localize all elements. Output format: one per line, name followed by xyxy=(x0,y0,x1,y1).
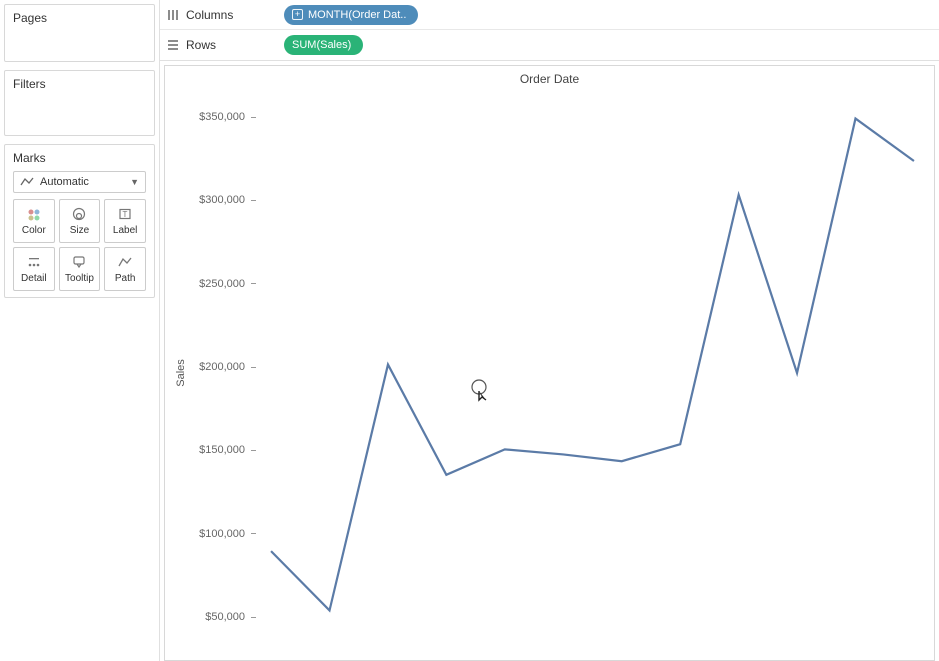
detail-icon xyxy=(26,254,42,270)
path-button[interactable]: Path xyxy=(104,247,146,291)
y-tick-label: $250,000 xyxy=(165,278,251,290)
expand-icon: + xyxy=(292,9,303,20)
mark-btn-label: Size xyxy=(70,225,89,236)
tick-mark xyxy=(251,283,256,284)
mark-btn-label: Path xyxy=(115,273,136,284)
columns-label: Columns xyxy=(186,8,233,22)
chart-title: Order Date xyxy=(165,66,934,88)
filters-title: Filters xyxy=(5,71,154,95)
mark-btn-label: Color xyxy=(22,225,46,236)
tick-mark xyxy=(251,450,256,451)
label-button[interactable]: T Label xyxy=(104,199,146,243)
columns-pill[interactable]: + MONTH(Order Dat.. xyxy=(284,5,418,25)
data-line xyxy=(271,119,914,611)
line-type-icon xyxy=(20,176,34,188)
filters-card[interactable]: Filters xyxy=(4,70,155,136)
pages-card[interactable]: Pages xyxy=(4,4,155,62)
path-icon xyxy=(117,254,133,270)
pages-title: Pages xyxy=(5,5,154,29)
line-chart-svg xyxy=(261,88,924,658)
y-tick-label: $100,000 xyxy=(165,528,251,540)
tooltip-icon xyxy=(71,254,87,270)
left-panel: Pages Filters Marks Automatic ▼ Color Siz… xyxy=(0,0,160,661)
marks-title: Marks xyxy=(5,145,154,169)
visualization[interactable]: Order Date Sales $350,000$300,000$250,00… xyxy=(164,65,935,661)
chevron-down-icon: ▼ xyxy=(130,177,139,187)
size-icon xyxy=(71,206,87,222)
rows-shelf[interactable]: Rows SUM(Sales) xyxy=(160,30,939,60)
tick-mark xyxy=(251,617,256,618)
rows-label: Rows xyxy=(186,38,216,52)
plot-area[interactable] xyxy=(261,88,924,658)
columns-icon xyxy=(166,8,180,22)
mark-type-label: Automatic xyxy=(40,176,89,188)
color-button[interactable]: Color xyxy=(13,199,55,243)
columns-shelf[interactable]: Columns + MONTH(Order Dat.. xyxy=(160,0,939,30)
detail-button[interactable]: Detail xyxy=(13,247,55,291)
mark-type-dropdown[interactable]: Automatic ▼ xyxy=(13,171,146,193)
y-tick-label: $50,000 xyxy=(165,611,251,623)
mark-btn-label: Detail xyxy=(21,273,47,284)
tick-mark xyxy=(251,533,256,534)
size-button[interactable]: Size xyxy=(59,199,101,243)
tick-mark xyxy=(251,367,256,368)
rows-pill[interactable]: SUM(Sales) xyxy=(284,35,363,55)
label-icon: T xyxy=(117,206,133,222)
y-tick-label: $350,000 xyxy=(165,111,251,123)
tooltip-button[interactable]: Tooltip xyxy=(59,247,101,291)
color-icon xyxy=(26,206,42,222)
rows-icon xyxy=(166,38,180,52)
svg-text:T: T xyxy=(123,210,128,219)
right-panel: Columns + MONTH(Order Dat.. Rows xyxy=(160,0,939,661)
shelves: Columns + MONTH(Order Dat.. Rows xyxy=(160,0,939,61)
y-tick-label: $200,000 xyxy=(165,361,251,373)
chart-body: Sales $350,000$300,000$250,000$200,000$1… xyxy=(165,88,934,658)
tick-mark xyxy=(251,117,256,118)
marks-card: Marks Automatic ▼ Color Size T Label Detail T… xyxy=(4,144,155,298)
mark-btn-label: Label xyxy=(113,225,137,236)
tick-mark xyxy=(251,200,256,201)
rows-pill-label: SUM(Sales) xyxy=(292,39,351,51)
y-tick-label: $150,000 xyxy=(165,444,251,456)
columns-pill-label: MONTH(Order Dat.. xyxy=(308,9,406,21)
y-tick-label: $300,000 xyxy=(165,194,251,206)
mark-btn-label: Tooltip xyxy=(65,273,94,284)
